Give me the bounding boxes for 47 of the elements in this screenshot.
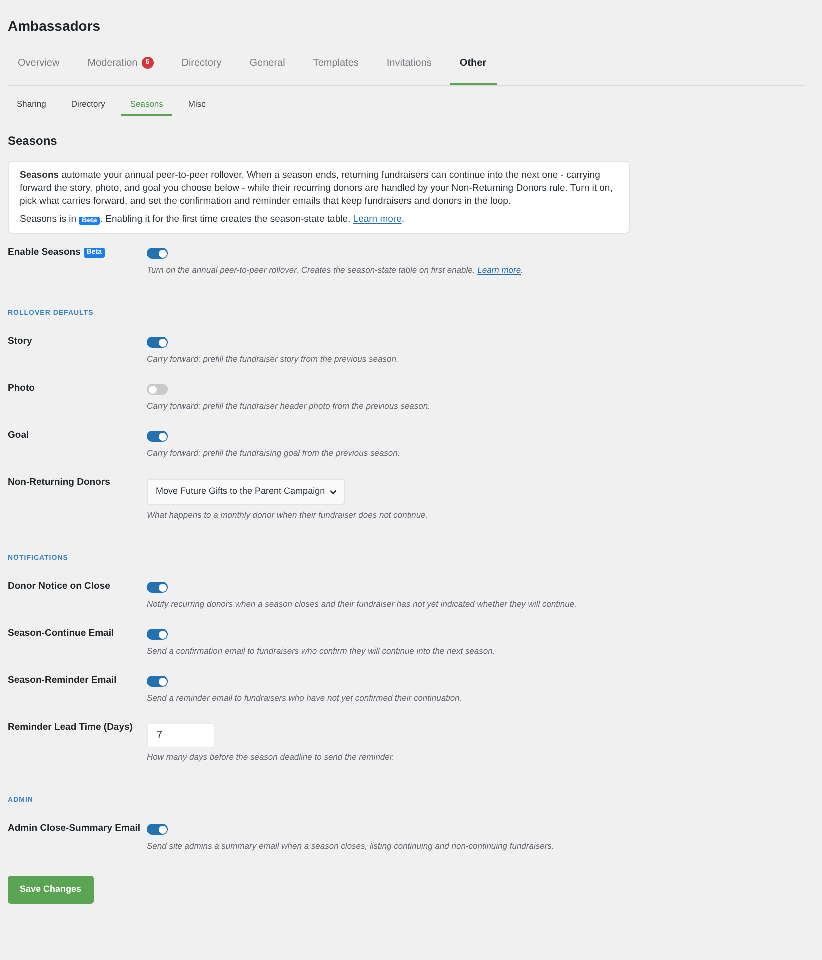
setting-label: Season-Reminder Email [8, 675, 118, 688]
learn-more-link[interactable]: Learn more [478, 265, 522, 275]
toggle-switch[interactable] [147, 824, 168, 835]
setting-label: Season-Continue Email [8, 628, 116, 641]
setting-description: Carry forward: prefill the fundraiser header photo from the previous season. [147, 400, 430, 412]
intro-paragraph: Seasons automate your annual peer-to-peer rollover. When a season ends, returning fundraisers can continue into the next one - carrying forward the story, photo, and goal you choose below - while their recurring donors are handled by your Non-Returning Donors rule. Turn it on, pick what carries forward, and set the confirmation and reminder emails that keep fundraisers and donors in the loop. [20, 169, 614, 208]
setting-label: Goal [8, 430, 30, 443]
setting-description: Turn on the annual peer-to-peer rollover. Creates the season-state table on first enable. Learn more. [147, 264, 524, 276]
sub-tab[interactable]: Directory [62, 92, 114, 116]
sub-tab[interactable]: Sharing [8, 92, 56, 116]
setting-description: What happens to a monthly donor when their fundraiser does not continue. [147, 509, 428, 521]
toggle-switch[interactable] [147, 629, 168, 640]
toggle-switch[interactable] [147, 384, 168, 395]
toggle-switch[interactable] [147, 676, 168, 687]
setting-label: Reminder Lead Time (Days) [8, 722, 134, 735]
setting-description: Carry forward: prefill the fundraising goal from the previous season. [147, 447, 400, 459]
page-title: Ambassadors [8, 17, 102, 35]
setting-description: Notify recurring donors when a season closes and their fundraiser has not yet indicated whether they will continue. [147, 598, 577, 610]
setting-label: Photo [8, 383, 36, 396]
number-field[interactable]: 7 [147, 723, 215, 748]
toggle-switch[interactable] [147, 248, 168, 259]
save-changes-button[interactable]: Save Changes [8, 876, 94, 904]
setting-label: Admin Close-Summary Email [8, 823, 142, 836]
setting-description: Send a confirmation email to fundraisers who confirm they will continue into the next season. [147, 645, 496, 657]
setting-label: Story [8, 336, 34, 349]
setting-label: Non-Returning Donors [8, 477, 112, 490]
sub-tab[interactable]: Seasons [121, 92, 172, 116]
nav-tab[interactable]: Templates [303, 41, 369, 85]
setting-label: Enable Seasons [8, 247, 81, 259]
toggle-switch[interactable] [147, 582, 168, 593]
setting-description: How many days before the season deadline to send the reminder. [147, 751, 395, 763]
nav-tab[interactable]: Invitations [376, 41, 442, 85]
dropdown-select[interactable]: Move Future Gifts to the Parent Campaign [147, 479, 346, 505]
chevron-down-icon [330, 490, 338, 494]
setting-description: Carry forward: prefill the fundraiser story from the previous season. [147, 353, 399, 365]
setting-description: Send site admins a summary email when a season closes, listing continuing and non-continuing fundraisers. [147, 840, 554, 852]
toggle-switch[interactable] [147, 431, 168, 442]
section-title: Seasons [8, 133, 58, 149]
nav-tab[interactable]: General [240, 41, 296, 85]
nav-tab[interactable]: Other [450, 41, 497, 85]
nav-tab[interactable]: Directory [172, 41, 232, 85]
sub-tab[interactable]: Misc [179, 92, 215, 116]
setting-description: Send a reminder email to fundraisers who have not yet confirmed their continuation. [147, 692, 462, 704]
learn-more-link[interactable]: Learn more [353, 214, 402, 225]
nav-tab[interactable]: Overview [8, 41, 70, 85]
setting-label: Donor Notice on Close [8, 581, 112, 594]
toggle-switch[interactable] [147, 337, 168, 348]
